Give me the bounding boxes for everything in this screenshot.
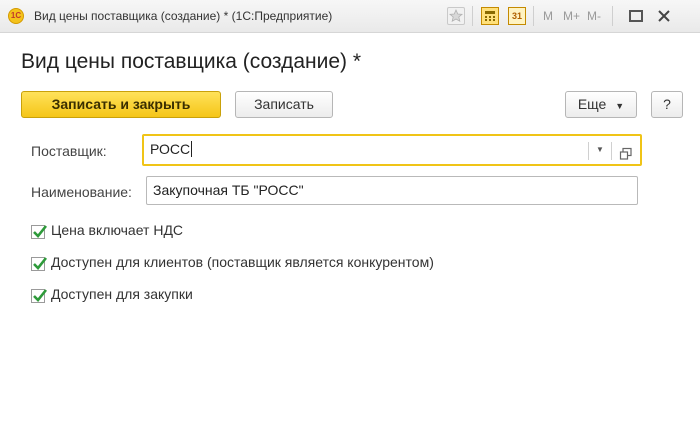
chevron-down-icon: ▼	[615, 101, 625, 111]
close-icon[interactable]	[656, 8, 674, 26]
available-for-purchase-label: Доступен для закупки	[51, 286, 193, 302]
name-field[interactable]: Закупочная ТБ "РОСС"	[146, 176, 638, 205]
supplier-label: Поставщик:	[31, 143, 107, 159]
supplier-value: РОСС	[150, 141, 191, 157]
memory-m-button[interactable]: M	[543, 9, 553, 23]
memory-subtract-button[interactable]: M-	[587, 9, 601, 23]
checkmark-icon	[33, 289, 48, 302]
memory-add-button[interactable]: M+	[563, 9, 580, 23]
save-button[interactable]: Записать	[235, 91, 333, 118]
more-button[interactable]: Еще ▼	[565, 91, 637, 118]
1c-logo-icon: 1C	[8, 8, 24, 24]
field-separator	[588, 142, 589, 160]
maximize-icon[interactable]	[629, 10, 643, 22]
available-for-clients-checkbox[interactable]	[31, 257, 48, 271]
titlebar-separator	[533, 6, 534, 26]
calculator-icon[interactable]	[481, 7, 499, 25]
vat-included-checkbox[interactable]	[31, 225, 48, 239]
field-separator	[611, 142, 612, 160]
text-caret	[191, 141, 193, 157]
dropdown-arrow-icon[interactable]: ▼	[596, 136, 604, 164]
favorite-star-icon[interactable]	[447, 7, 465, 25]
name-label: Наименование:	[31, 184, 132, 200]
checkmark-icon	[33, 257, 48, 270]
checkmark-icon	[33, 225, 48, 238]
supplier-field[interactable]: РОСС ▼	[142, 134, 642, 166]
help-button[interactable]: ?	[651, 91, 683, 118]
form-title: Вид цены поставщика (создание) *	[21, 50, 362, 73]
available-for-clients-label: Доступен для клиентов (поставщик являетс…	[51, 254, 434, 270]
save-and-close-button[interactable]: Записать и закрыть	[21, 91, 221, 118]
available-for-purchase-checkbox[interactable]	[31, 289, 48, 303]
open-item-icon[interactable]	[619, 143, 633, 160]
more-button-label: Еще	[577, 96, 607, 112]
titlebar-separator	[472, 6, 473, 26]
window-title: Вид цены поставщика (создание) * (1С:Пре…	[34, 9, 333, 23]
window-titlebar: 1C Вид цены поставщика (создание) * (1С:…	[0, 0, 700, 33]
vat-included-label: Цена включает НДС	[51, 222, 184, 238]
calendar-icon[interactable]: 31	[508, 7, 526, 25]
titlebar-separator	[612, 6, 613, 26]
